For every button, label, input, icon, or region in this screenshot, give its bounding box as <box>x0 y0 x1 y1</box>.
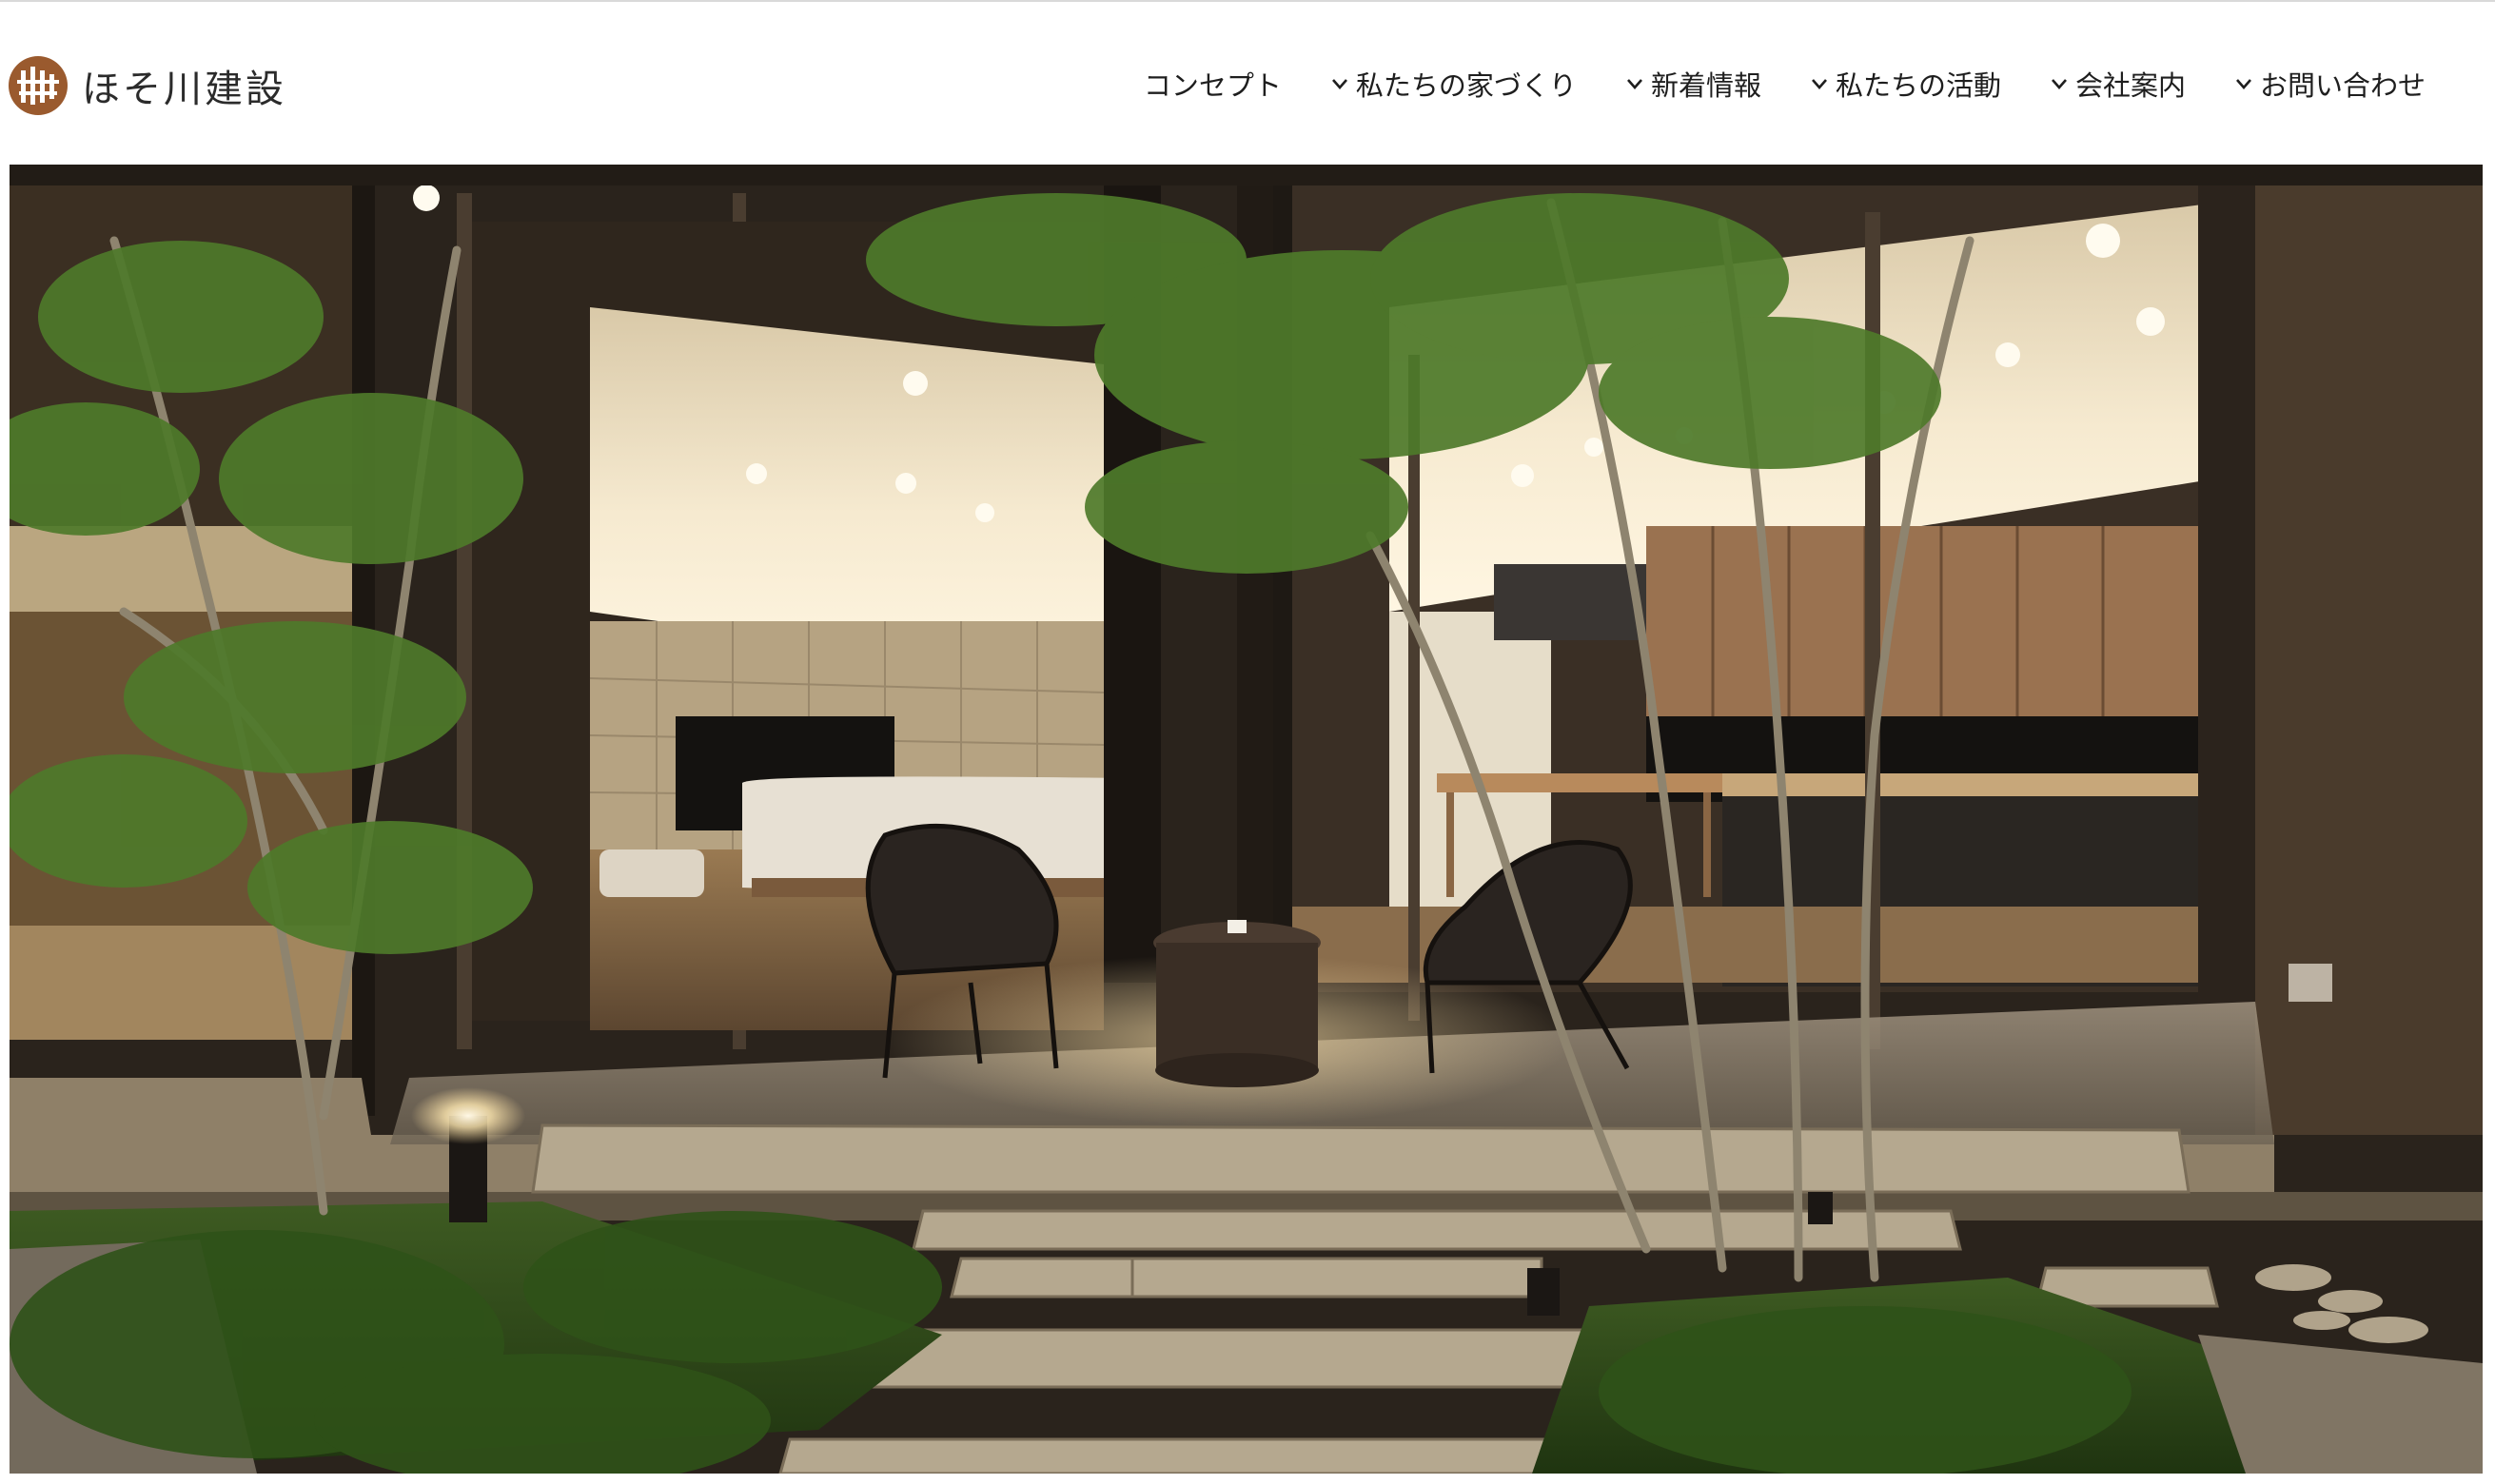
nav-item-label: 会社案内 <box>2074 69 2186 102</box>
nav-item-activities[interactable]: 私たちの活動 <box>1809 64 2001 104</box>
nav-item-label: 私たちの家づくり <box>1355 69 1577 102</box>
chevron-down-icon <box>1626 79 1642 89</box>
chevron-down-icon <box>2236 79 2251 89</box>
page: ほそ川建設 コンセプト 私たちの家づくり 新着情報 私たちの活動 会社案内 お問… <box>0 0 2495 1484</box>
hero-image <box>10 165 2483 1474</box>
courtyard-photo <box>10 165 2483 1474</box>
nav-item-label: お問い合わせ <box>2259 69 2426 102</box>
nav-item-contact[interactable]: お問い合わせ <box>2233 64 2426 104</box>
nav-item-label: 新着情報 <box>1650 69 1761 102</box>
nav-item-label: 私たちの活動 <box>1835 69 2001 102</box>
nav-item-house-building[interactable]: 私たちの家づくり <box>1329 64 1577 104</box>
chevron-down-icon <box>1811 79 1827 89</box>
nav-item-news[interactable]: 新着情報 <box>1624 64 1761 104</box>
brand-name: ほそ川建設 <box>82 68 286 111</box>
nav-item-company[interactable]: 会社案内 <box>2049 64 2186 104</box>
nav-item-label: コンセプト <box>1143 69 1282 102</box>
nav-item-concept[interactable]: コンセプト <box>1144 64 1282 104</box>
brand-logo-icon <box>9 56 68 115</box>
main-nav: コンセプト 私たちの家づくり 新着情報 私たちの活動 会社案内 お問い合わせ <box>1144 57 2426 110</box>
site-header: ほそ川建設 コンセプト 私たちの家づくり 新着情報 私たちの活動 会社案内 お問… <box>0 2 2495 164</box>
chevron-down-icon <box>1331 79 1347 89</box>
chevron-down-icon <box>2051 79 2067 89</box>
brand-logo-link[interactable]: ほそ川建設 <box>8 55 286 116</box>
